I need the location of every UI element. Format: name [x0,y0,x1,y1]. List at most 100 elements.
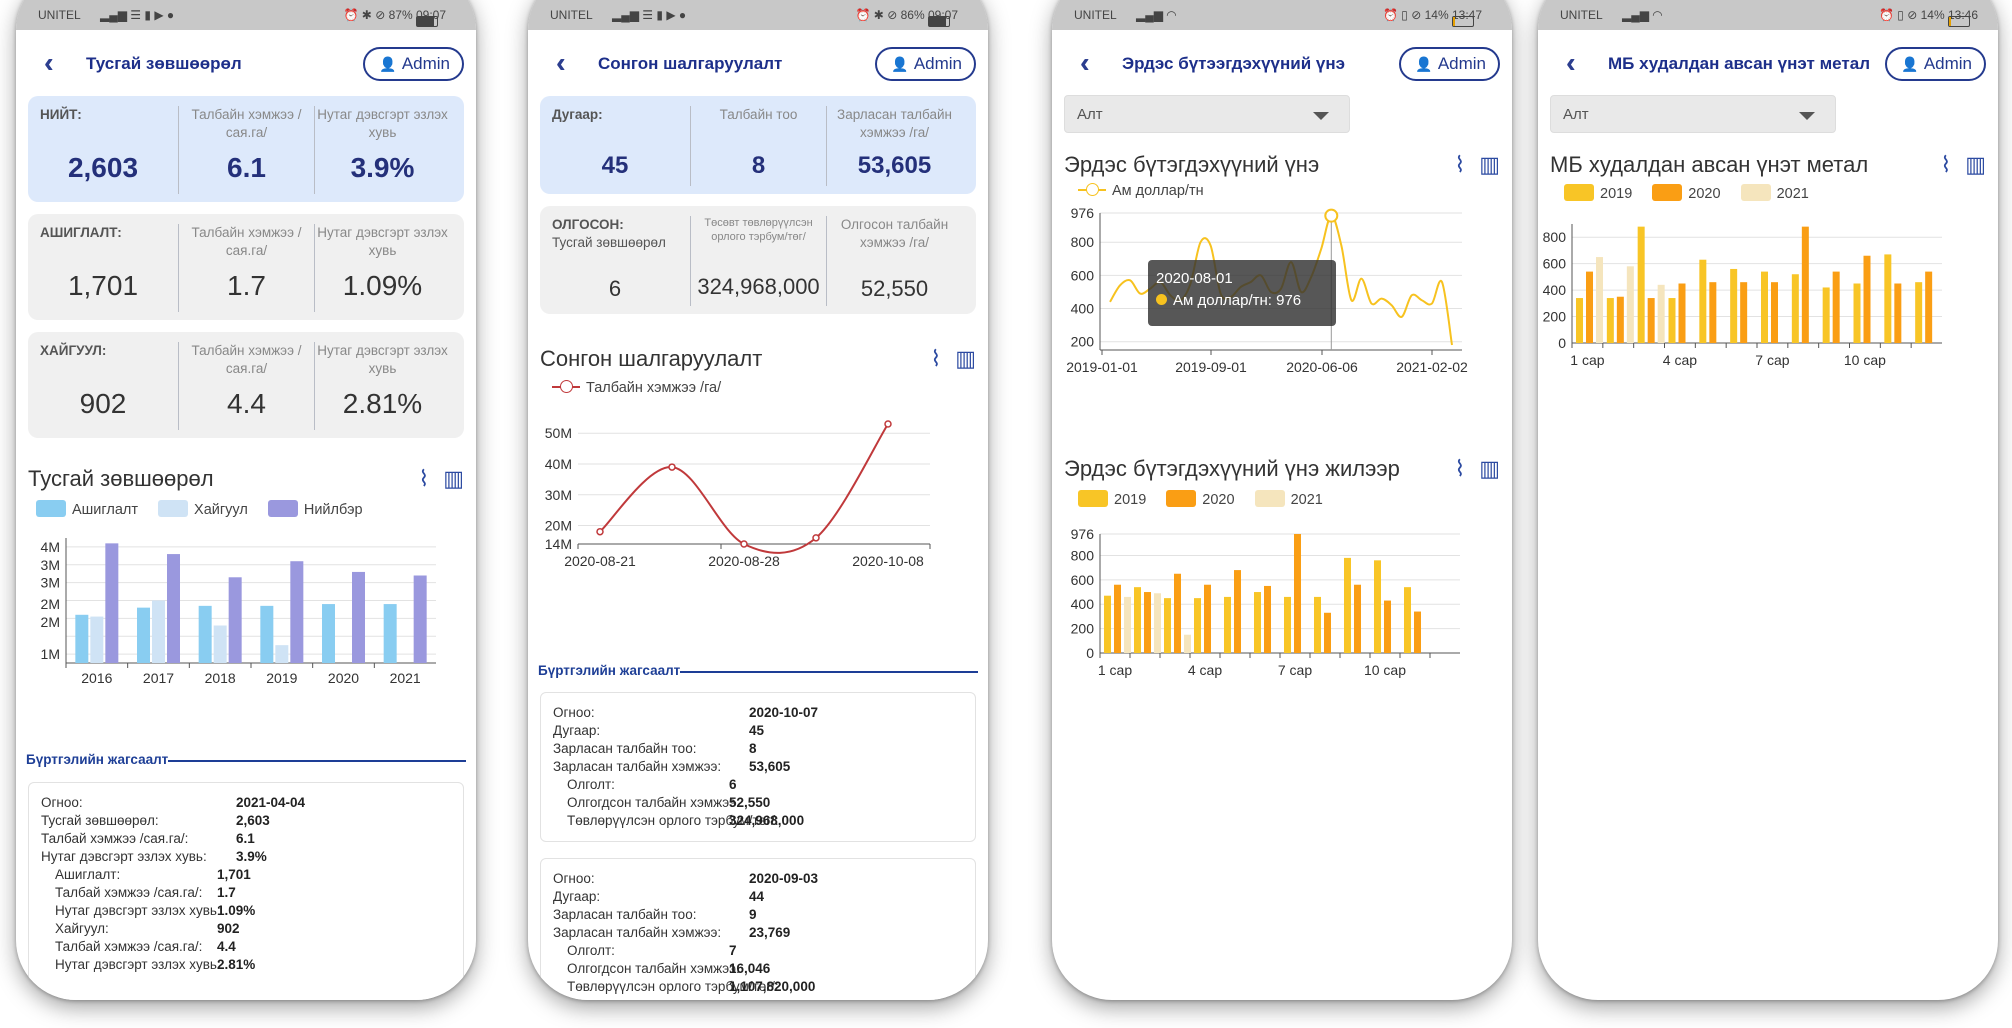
card-value: 6 [608,276,622,301]
registry-card[interactable]: Огноо: 2020-10-07 Дугаар: 45 Зарласан талбай… [540,692,976,842]
legend-item[interactable]: 2019 [1564,184,1632,202]
registry-value: 6 [729,777,737,792]
card-label: АШИГЛАЛТ: [40,225,122,240]
registry-row: Олгогдсон талбайн хэмжээ: 52,550 [567,795,770,810]
card-label: ХАЙГУУЛ: [40,343,107,358]
double-chevron-left-icon[interactable]: ‹‹ [1080,49,1087,77]
registry-value: 2021-04-04 [236,795,306,810]
legend-item[interactable]: 2020 [1166,490,1235,508]
card-value: 902 [79,388,127,419]
data-point [884,420,892,428]
bar [1822,287,1830,343]
bar [413,575,427,663]
x-tick-label: 2019-09-01 [1175,359,1247,375]
y-tick-label: 20M [545,518,572,534]
line-chart-icon[interactable]: ⌇ [1454,456,1465,481]
bar-chart-icon[interactable]: ▥ [443,466,464,491]
double-chevron-left-icon[interactable]: ‹‹ [1566,49,1573,77]
legend-item[interactable]: 2019 [1078,490,1146,508]
admin-button[interactable]: 👤 Admin [875,47,976,81]
bar-chart-licenses: 1M 2M 2M 3M 3M 4M 2016 2017 2018 2019 2020 2021 [41,538,436,686]
card-label: Зарласан талбайн хэмжээ /га/ [837,107,952,140]
registry-value: 52,550 [729,795,771,810]
double-chevron-left-icon[interactable]: ‹‹ [556,49,563,77]
legend-item[interactable]: 2021 [1740,184,1809,202]
line-chart-icon[interactable]: ⌇ [1940,152,1951,177]
x-tick-label: 7 сар [1278,662,1312,678]
bar [137,607,150,663]
data-point [596,527,604,536]
legend-item[interactable]: Талбайн хэмжээ /га/ [552,380,721,396]
legend-item[interactable]: Нийлбэр [267,500,363,518]
x-tick-label: 7 сар [1755,352,1789,368]
line-chart-icon[interactable]: ⌇ [930,346,941,371]
summary-card-granted: ОЛГОСОН: Тусгай зөвшөөрөл 6 Төсөвт төвлөрү… [540,206,976,314]
admin-button[interactable]: 👤 Admin [1885,47,1986,81]
bar [1264,585,1271,653]
card-label: Олгосон талбайн хэмжээ /га/ [840,217,949,250]
bar-chart-metal: 0 200 400 600 800 1 сар 4 сар 7 сар 10 сар [1543,224,1942,368]
legend-item[interactable]: 2020 [1652,184,1721,202]
registry-row: Ашиглалт: 1,701 [55,867,251,882]
legend-item[interactable]: Хайгуул [158,500,248,518]
y-tick-label: 0 [1558,335,1566,351]
section-title: Эрдэс бүтэгдэхүүний үнэ жилээр [1064,456,1400,481]
chart-legend: Талбайн хэмжээ /га/ [552,380,737,396]
bar [1699,259,1707,343]
x-tick-label: 2017 [143,670,174,686]
admin-button[interactable]: 👤 Admin [1399,47,1500,81]
legend-item[interactable]: Ам доллар/тн [1078,183,1204,199]
signal-icon: ▂▄▆ ☰ ▮ ▶ ● [100,8,175,22]
section-title: Сонгон шалгаруулалт [540,346,763,371]
registry-row: Зарласан талбайн хэмжээ: 23,769 [553,925,790,940]
legend-item[interactable]: 2021 [1254,490,1323,508]
bar [1791,274,1799,343]
app-header: ‹‹ Сонгон шалгаруулалт 👤 Admin [528,30,988,100]
mineral-select[interactable]: Алт [1064,95,1350,133]
registry-label: Зарласан талбайн тоо: [553,907,697,922]
card-label: Талбайн тоо [719,107,798,122]
card-label: Төсөвт төвлөрүүлсэн орлого тэрбум/төг/ [704,217,813,243]
phone-special-license: UNITEL ▂▄▆ ☰ ▮ ▶ ● ⏰ ✱ ⊘ 87% 09:07 ‹‹ Ту… [16,0,476,1000]
y-tick-label: 200 [1071,334,1095,350]
registry-label: Зарласан талбайн тоо: [553,741,697,756]
registry-label: Хайгуул: [55,921,109,936]
battery-level: 14% [1424,8,1449,22]
bar [1616,296,1624,343]
highlight-point [1324,208,1339,223]
line-chart-icon[interactable]: ⌇ [418,466,429,491]
x-tick-label: 2016 [81,670,112,686]
registry-row: Дугаар: 44 [553,889,764,904]
bar [1224,596,1231,653]
registry-card[interactable]: Огноо: 2020-09-03 Дугаар: 44 Зарласан талбай… [540,858,976,1000]
bar-chart-icon[interactable]: ▥ [1479,456,1500,481]
y-tick-label: 14M [545,536,572,552]
bar [1314,596,1321,653]
metal-select[interactable]: Алт [1550,95,1836,133]
card-label: Талбайн хэмжээ /сая.га/ [191,343,302,376]
legend-item[interactable]: Ашиглалт [36,500,138,518]
bar [1104,595,1111,653]
bar [1668,298,1676,343]
registry-label: Огноо: [41,795,83,810]
admin-label: Admin [1437,54,1486,73]
tooltip-dot [1156,294,1167,305]
registry-label: Нутаг дэвсгэрт эзлэх хувь: [55,957,221,972]
signal-icon: ▂▄▆ ☰ ▮ ▶ ● [612,8,687,22]
x-tick-label: 10 сар [1844,352,1886,368]
page-title: Тусгай зөвшөөрөл [86,54,242,73]
bar-chart-icon[interactable]: ▥ [1965,152,1986,177]
chart-legend: 2019 2020 2021 [1564,184,1825,202]
admin-button[interactable]: 👤 Admin [363,47,464,81]
registry-value: 16,046 [729,961,771,976]
card-value: 3.9% [350,152,415,183]
bar-chart-icon[interactable]: ▥ [955,346,976,371]
bar [1124,596,1131,653]
double-chevron-left-icon[interactable]: ‹‹ [44,49,51,77]
registry-card[interactable]: Огноо: 2021-04-04 Тусгай зөвшөөрөл: 2,603 Та… [28,782,464,1000]
registry-row: Тусгай зөвшөөрөл: 2,603 [41,813,270,828]
x-tick-label: 2021-02-02 [1396,359,1468,375]
line-chart-icon[interactable]: ⌇ [1454,152,1465,177]
select-value: Алт [1077,106,1103,123]
bar-chart-icon[interactable]: ▥ [1479,152,1500,177]
